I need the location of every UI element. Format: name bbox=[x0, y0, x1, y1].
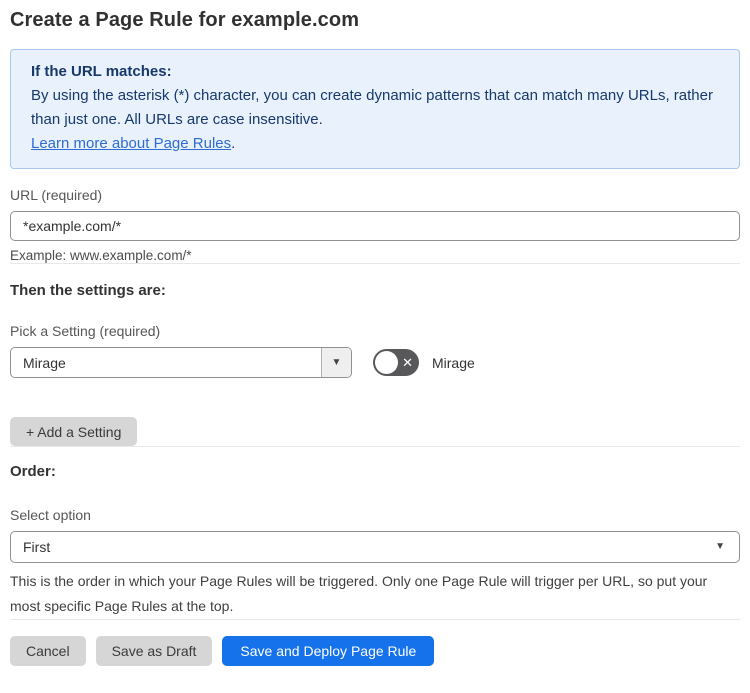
chevron-down-icon: ▼ bbox=[331, 356, 342, 368]
url-input[interactable] bbox=[10, 211, 740, 241]
url-match-info-box: If the URL matches: By using the asteris… bbox=[10, 49, 740, 169]
mirage-toggle[interactable]: ✕ bbox=[373, 349, 419, 376]
setting-select-arrow-button[interactable]: ▼ bbox=[321, 348, 351, 377]
section-divider bbox=[10, 446, 740, 447]
save-as-draft-button[interactable]: Save as Draft bbox=[95, 636, 213, 666]
order-description: This is the order in which your Page Rul… bbox=[10, 573, 708, 614]
save-and-deploy-button[interactable]: Save and Deploy Page Rule bbox=[222, 636, 435, 666]
page-title: Create a Page Rule for example.com bbox=[10, 9, 360, 31]
link-period: . bbox=[231, 135, 236, 152]
info-box-body: By using the asterisk (*) character, you… bbox=[31, 87, 713, 128]
footer-button-row: Cancel Save as Draft Save and Deploy Pag… bbox=[10, 636, 740, 666]
setting-select[interactable]: Mirage ▼ bbox=[10, 347, 352, 378]
order-select-label: Select option bbox=[10, 507, 91, 523]
cancel-button[interactable]: Cancel bbox=[10, 636, 86, 666]
section-divider bbox=[10, 263, 740, 264]
toggle-off-x-icon: ✕ bbox=[402, 354, 413, 370]
info-box-heading: If the URL matches: bbox=[31, 63, 172, 80]
settings-section-heading: Then the settings are: bbox=[10, 282, 166, 299]
footer-divider bbox=[10, 619, 740, 620]
setting-select-value: Mirage bbox=[23, 354, 66, 371]
pick-setting-label: Pick a Setting (required) bbox=[10, 323, 161, 339]
url-field-label: URL (required) bbox=[10, 187, 103, 203]
toggle-knob bbox=[375, 351, 398, 374]
info-box-link-line: Learn more about Page Rules. bbox=[31, 132, 719, 156]
order-section-heading: Order: bbox=[10, 463, 56, 480]
url-field-hint: Example: www.example.com/* bbox=[10, 248, 192, 263]
order-select-value: First bbox=[23, 539, 51, 555]
chevron-down-icon: ▼ bbox=[715, 541, 725, 552]
order-select[interactable]: First ▼ bbox=[10, 531, 740, 563]
learn-more-link[interactable]: Learn more about Page Rules bbox=[31, 135, 231, 152]
toggle-label: Mirage bbox=[432, 354, 475, 371]
setting-picker-row: Mirage ▼ ✕ Mirage bbox=[10, 347, 740, 378]
add-setting-button[interactable]: + Add a Setting bbox=[10, 417, 138, 446]
